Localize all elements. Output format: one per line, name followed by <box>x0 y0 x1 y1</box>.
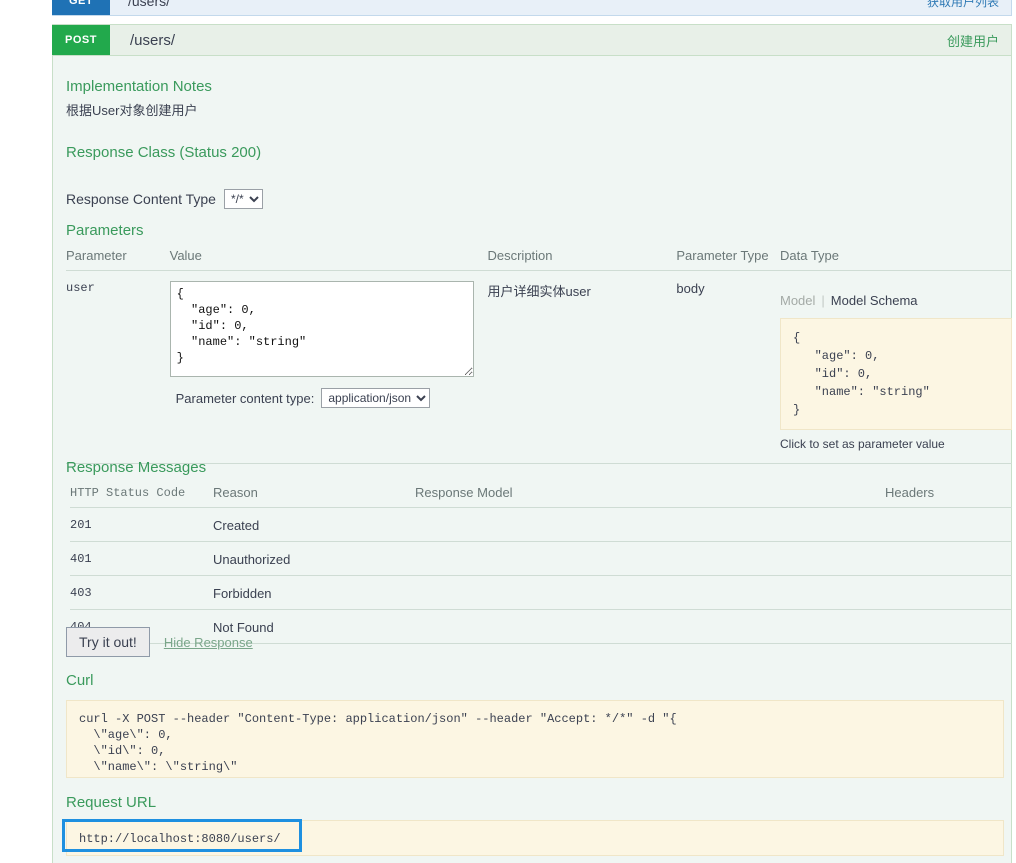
tab-separator: | <box>821 293 825 308</box>
parameter-value-textarea[interactable] <box>169 281 474 377</box>
parameter-type-value: body <box>676 270 780 464</box>
col-header-parameter-type: Parameter Type <box>676 244 780 271</box>
request-url-block[interactable]: http://localhost:8080/users/ <box>66 820 1004 856</box>
tab-model-schema[interactable]: Model Schema <box>831 293 918 308</box>
response-messages-header-row: HTTP Status Code Reason Response Model H… <box>70 481 1012 508</box>
status-headers <box>885 609 1012 644</box>
col-header-data-type: Data Type <box>779 244 1012 271</box>
swagger-ui-page: GET /users/ 获取用户列表 POST /users/ 创建用户 Imp… <box>0 0 1016 863</box>
parameter-value-cell: Parameter content type: application/json <box>169 270 488 464</box>
try-it-out-button[interactable]: Try it out! <box>66 627 150 657</box>
request-url-heading: Request URL <box>66 794 157 811</box>
response-class-heading: Response Class (Status 200) <box>66 144 262 161</box>
response-content-type-label: Response Content Type <box>66 191 216 207</box>
parameter-name: user <box>66 270 170 464</box>
status-headers <box>885 575 1012 610</box>
status-code: 201 <box>70 507 213 542</box>
status-code: 403 <box>70 575 213 610</box>
status-model <box>415 541 885 576</box>
model-schema-code[interactable]: { "age": 0, "id": 0, "name": "string" } <box>779 318 1012 430</box>
operation-summary-get: 获取用户列表 <box>926 0 999 9</box>
operation-path-post: /users/ <box>130 31 176 49</box>
parameters-heading: Parameters <box>66 222 144 239</box>
implementation-notes-heading: Implementation Notes <box>66 78 212 95</box>
status-reason: Created <box>213 507 415 542</box>
status-headers <box>885 541 1012 576</box>
operation-path-get: /users/ <box>128 0 171 9</box>
http-method-badge-post: POST <box>52 25 110 55</box>
parameter-description: 用户详细实体user <box>487 270 677 464</box>
col-header-status-code: HTTP Status Code <box>70 481 213 508</box>
operation-header-get[interactable]: GET /users/ 获取用户列表 <box>52 0 1012 16</box>
parameter-row-user: user Parameter content type: application… <box>66 270 1012 464</box>
parameters-table-header-row: Parameter Value Description Parameter Ty… <box>66 244 1012 271</box>
curl-heading: Curl <box>66 672 94 689</box>
data-type-tabs: Model | Model Schema <box>780 281 1012 308</box>
col-header-value: Value <box>169 244 488 271</box>
status-code: 401 <box>70 541 213 576</box>
col-header-parameter: Parameter <box>66 244 170 271</box>
status-model <box>415 609 885 644</box>
table-row: 201 Created <box>70 507 1012 542</box>
col-header-headers: Headers <box>885 481 1012 508</box>
model-schema-hint: Click to set as parameter value <box>779 437 945 451</box>
status-reason: Unauthorized <box>213 541 415 576</box>
col-header-reason: Reason <box>213 481 415 508</box>
try-it-out-row: Try it out! Hide Response <box>66 627 253 657</box>
operation-summary-post: 创建用户 <box>946 33 999 49</box>
implementation-notes-text: 根据User对象创建用户 <box>66 103 198 118</box>
parameter-content-type-select[interactable]: application/json <box>321 388 431 408</box>
tab-model[interactable]: Model <box>780 293 815 308</box>
status-reason: Forbidden <box>213 575 415 610</box>
curl-command-block[interactable]: curl -X POST --header "Content-Type: app… <box>66 700 1004 778</box>
response-messages-heading: Response Messages <box>66 459 207 476</box>
http-method-badge-get: GET <box>52 0 110 15</box>
status-headers <box>885 507 1012 542</box>
response-content-type-select[interactable]: */* <box>223 189 263 209</box>
col-header-description: Description <box>487 244 677 271</box>
parameter-content-type-row: Parameter content type: application/json <box>176 388 488 408</box>
operation-header-post[interactable]: POST /users/ 创建用户 <box>52 24 1012 56</box>
response-content-type-row: Response Content Type */* <box>66 189 263 209</box>
parameters-table: Parameter Value Description Parameter Ty… <box>66 244 1012 464</box>
table-row: 401 Unauthorized <box>70 541 1012 576</box>
status-model <box>415 575 885 610</box>
hide-response-link[interactable]: Hide Response <box>164 635 253 650</box>
parameter-content-type-label: Parameter content type: <box>175 390 315 406</box>
col-header-response-model: Response Model <box>415 481 885 508</box>
status-model <box>415 507 885 542</box>
table-row: 403 Forbidden <box>70 575 1012 610</box>
parameter-data-type-cell: Model | Model Schema { "age": 0, "id": 0, … <box>779 270 1012 464</box>
response-messages-table: HTTP Status Code Reason Response Model H… <box>70 481 1012 644</box>
